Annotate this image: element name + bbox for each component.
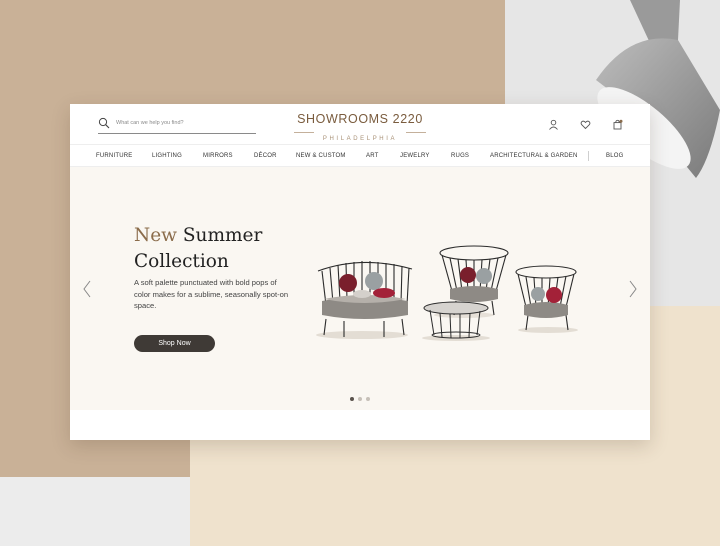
hero-title-accent: New [134, 225, 177, 246]
search-input[interactable] [116, 116, 254, 130]
nav-item-rugs[interactable]: RUGS [451, 152, 469, 160]
logo-city: PHILADELPHIA [319, 136, 401, 142]
carousel-dot-1[interactable] [350, 397, 354, 401]
outdoor-furniture-image [316, 245, 578, 341]
shop-now-button[interactable]: Shop Now [134, 335, 215, 352]
shopping-bag-icon[interactable] [612, 119, 623, 130]
logo-wordmark: SHOWROOMS 2220 [297, 112, 423, 126]
carousel-dot-3[interactable] [366, 397, 370, 401]
hero-title: New Summer Collection [134, 223, 314, 275]
search-bar [98, 116, 256, 134]
chevron-right-icon[interactable] [628, 280, 638, 298]
hero-carousel: New Summer Collection A soft palette pun… [70, 167, 650, 410]
nav-item-mirrors[interactable]: MIRRORS [203, 152, 233, 160]
carousel-dots [348, 397, 372, 402]
nav-item-furniture[interactable]: FURNITURE [96, 152, 132, 160]
nav-item-art[interactable]: ART [366, 152, 379, 160]
site-logo[interactable]: SHOWROOMS 2220 PHILADELPHIA [280, 112, 440, 142]
nav-divider [588, 151, 589, 161]
nav-item-jewelry[interactable]: JEWELRY [400, 152, 430, 160]
backdrop-lower-panel [0, 477, 190, 546]
nav-item-new-custom[interactable]: NEW & CUSTOM [296, 152, 346, 160]
main-navigation: FURNITURE LIGHTING MIRRORS DÉCOR NEW & C… [70, 144, 650, 167]
site-header: SHOWROOMS 2220 PHILADELPHIA [70, 104, 650, 144]
nav-item-architectural-garden[interactable]: ARCHITECTURAL & GARDEN [490, 152, 578, 160]
page-below-fold [70, 410, 650, 440]
user-icon[interactable] [548, 119, 559, 130]
logo-rule-right [406, 131, 426, 133]
logo-rule-left [294, 131, 314, 133]
carousel-dot-2[interactable] [358, 397, 362, 401]
hero-description: A soft palette punctuated with bold pops… [134, 278, 289, 310]
chevron-left-icon[interactable] [82, 280, 92, 298]
website-screenshot-card: SHOWROOMS 2220 PHILADELPHIA [70, 104, 650, 440]
heart-icon[interactable] [580, 119, 591, 130]
nav-item-blog[interactable]: BLOG [606, 152, 623, 160]
nav-item-lighting[interactable]: LIGHTING [152, 152, 182, 160]
nav-item-decor[interactable]: DÉCOR [254, 152, 277, 160]
search-icon[interactable] [98, 117, 110, 129]
